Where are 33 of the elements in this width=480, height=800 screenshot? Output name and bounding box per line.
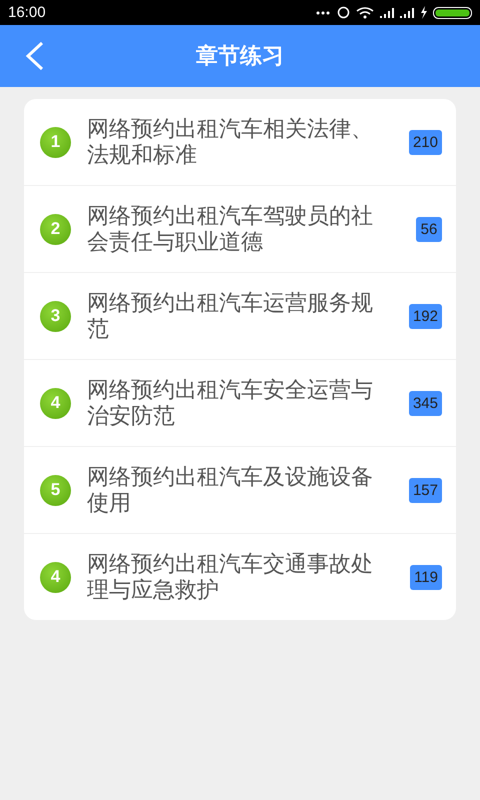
- chapter-title: 网络预约出租汽车驾驶员的社会责任与职业道德: [87, 203, 373, 255]
- chapter-title: 网络预约出租汽车安全运营与治安防范: [87, 377, 373, 429]
- chapter-item[interactable]: 4 网络预约出租汽车交通事故处理与应急救护 119: [24, 533, 456, 620]
- chapter-item[interactable]: 2 网络预约出租汽车驾驶员的社会责任与职业道德 56: [24, 185, 456, 272]
- chapter-title: 网络预约出租汽车运营服务规范: [87, 290, 373, 342]
- page-title: 章节练习: [196, 42, 284, 70]
- chapter-item[interactable]: 1 网络预约出租汽车相关法律、法规和标准 210: [24, 99, 456, 185]
- chapter-item[interactable]: 5 网络预约出租汽车及设施设备使用 157: [24, 446, 456, 533]
- chapter-title: 网络预约出租汽车相关法律、法规和标准: [87, 116, 373, 168]
- question-count: 119: [410, 564, 442, 590]
- chapter-number: 5: [40, 474, 71, 506]
- more-icon: [315, 10, 331, 14]
- chapter-title: 网络预约出租汽车及设施设备使用: [87, 464, 373, 516]
- clock-time: 16:00: [8, 4, 47, 21]
- chapter-number: 2: [40, 214, 71, 244]
- chapter-number: 3: [40, 300, 71, 332]
- chapter-item[interactable]: 3 网络预约出租汽车运营服务规范 192: [24, 272, 456, 359]
- chapter-title: 网络预约出租汽车交通事故处理与应急救护: [87, 551, 373, 603]
- wifi-icon: [356, 6, 374, 18]
- back-icon[interactable]: [24, 41, 46, 71]
- charging-icon: [420, 6, 427, 19]
- chapter-number: 4: [40, 388, 71, 418]
- signal-icon: [400, 8, 414, 18]
- signal-icon: [380, 8, 394, 18]
- battery-icon: [433, 6, 472, 18]
- question-count: 210: [408, 130, 442, 154]
- question-count: 157: [408, 478, 442, 502]
- question-count: 56: [416, 216, 442, 242]
- chapter-number: 4: [40, 562, 71, 592]
- question-count: 345: [408, 390, 442, 416]
- question-count: 192: [408, 304, 442, 328]
- chapter-item[interactable]: 4 网络预约出租汽车安全运营与治安防范 345: [24, 359, 456, 446]
- chapter-number: 1: [40, 126, 71, 158]
